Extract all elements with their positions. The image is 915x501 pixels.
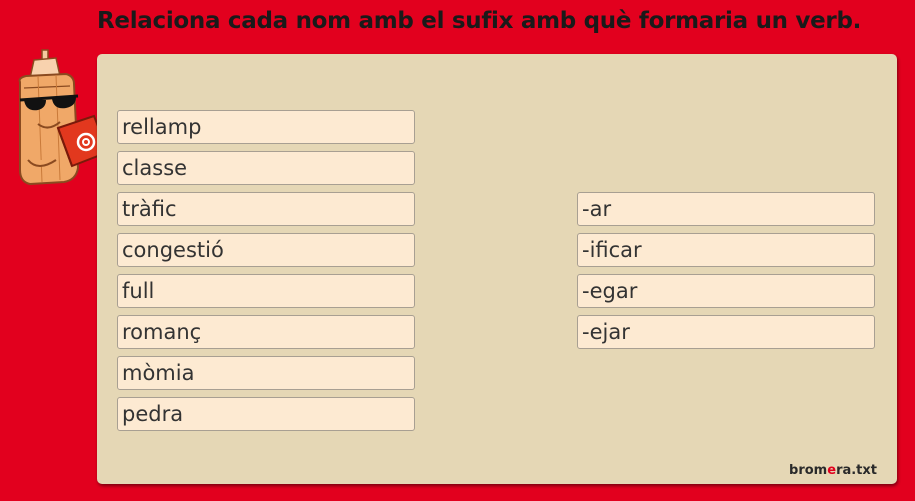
suffix-card-egar[interactable]: -egar bbox=[577, 274, 875, 308]
suffix-card-ejar[interactable]: -ejar bbox=[577, 315, 875, 349]
brand-logo: bromera.txt bbox=[789, 463, 877, 478]
noun-card-trafic[interactable]: tràfic bbox=[117, 192, 415, 226]
noun-card-classe[interactable]: classe bbox=[117, 151, 415, 185]
suffix-card-ificar[interactable]: -ificar bbox=[577, 233, 875, 267]
activity-panel: rellamp classe tràfic congestió full rom… bbox=[97, 54, 897, 484]
suffixes-column: -ar -ificar -egar -ejar bbox=[577, 192, 875, 349]
instruction-title: Relaciona cada nom amb el sufix amb què … bbox=[97, 8, 862, 34]
noun-card-full[interactable]: full bbox=[117, 274, 415, 308]
noun-card-congestio[interactable]: congestió bbox=[117, 233, 415, 267]
noun-card-romanc[interactable]: romanç bbox=[117, 315, 415, 349]
suffix-card-ar[interactable]: -ar bbox=[577, 192, 875, 226]
noun-card-rellamp[interactable]: rellamp bbox=[117, 110, 415, 144]
noun-card-momia[interactable]: mòmia bbox=[117, 356, 415, 390]
noun-card-pedra[interactable]: pedra bbox=[117, 397, 415, 431]
nouns-column: rellamp classe tràfic congestió full rom… bbox=[117, 110, 415, 431]
